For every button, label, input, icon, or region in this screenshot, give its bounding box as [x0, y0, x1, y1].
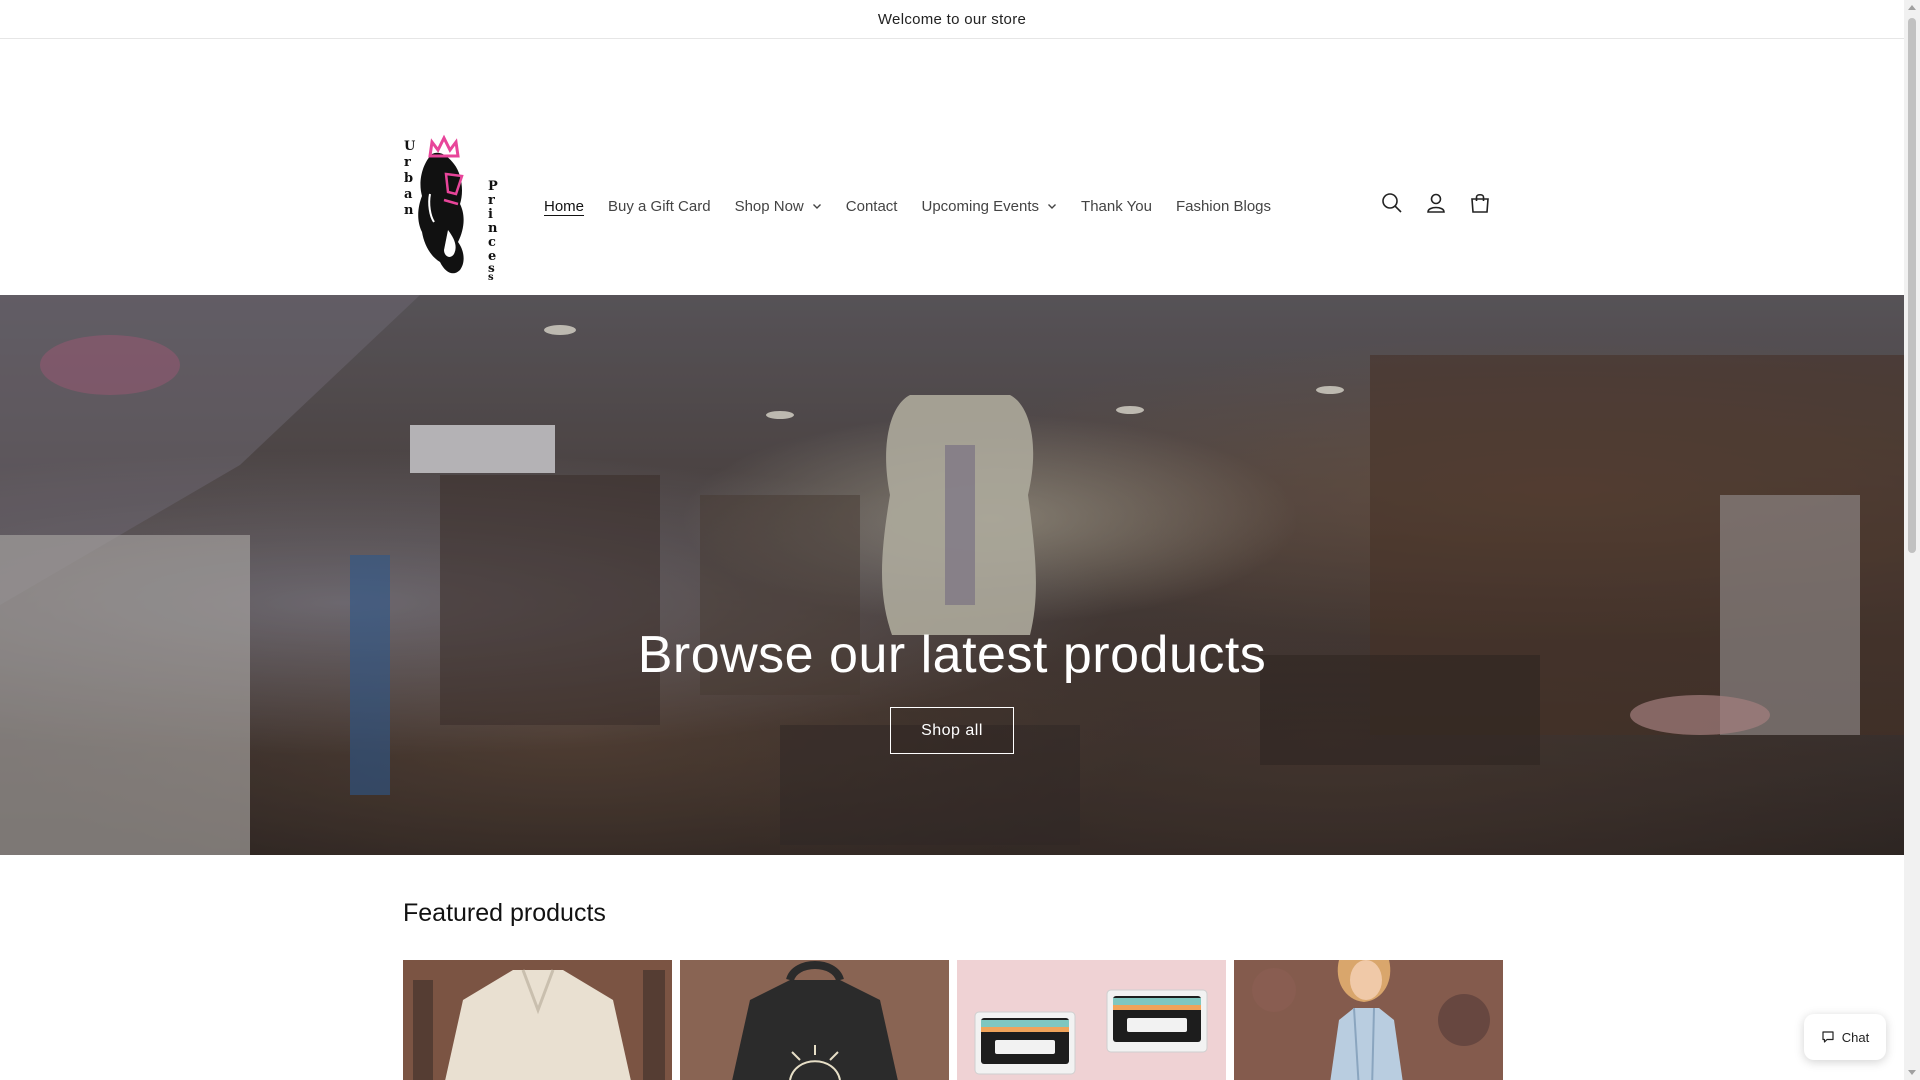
svg-text:r: r [404, 155, 411, 170]
svg-text:b: b [404, 171, 413, 186]
product-card[interactable] [680, 960, 949, 1080]
hero-overlay [0, 295, 1904, 855]
nav-item-label: Thank You [1081, 197, 1152, 215]
scroll-down-arrow-icon[interactable] [1908, 1070, 1916, 1075]
nav-item-shop-now[interactable]: Shop Now [723, 194, 834, 218]
svg-text:s: s [488, 272, 494, 280]
svg-text:n: n [488, 221, 498, 236]
svg-text:n: n [404, 203, 414, 218]
product-card[interactable] [1234, 960, 1503, 1080]
hero-title: Browse our latest products [637, 626, 1267, 684]
product-grid [403, 960, 1503, 1080]
nav-item-label: Upcoming Events [921, 197, 1040, 215]
svg-text:i: i [488, 207, 493, 222]
account-button[interactable] [1424, 191, 1448, 215]
urban-princess-logo-image: U r b a n P r i n c e s s [404, 134, 498, 283]
nav-item-contact[interactable]: Contact [834, 194, 910, 218]
announcement-text: Welcome to our store [877, 10, 1027, 28]
nav-item-label: Buy a Gift Card [608, 197, 711, 215]
cassette-pins-photo [957, 960, 1226, 1080]
search-button[interactable] [1380, 191, 1404, 215]
featured-products-title: Featured products [403, 899, 606, 927]
chat-button[interactable]: Chat [1804, 1014, 1886, 1060]
black-hoodie-photo [680, 960, 949, 1080]
cart-icon [1471, 193, 1489, 213]
nav-item-gift-card[interactable]: Buy a Gift Card [596, 194, 723, 218]
page: Welcome to our store U r b a n P r i n c… [0, 0, 1904, 1080]
hero-banner: Browse our latest products Shop all [0, 295, 1904, 855]
nav-item-upcoming-events[interactable]: Upcoming Events [909, 194, 1069, 218]
product-card[interactable] [957, 960, 1226, 1080]
product-card[interactable] [403, 960, 672, 1080]
chevron-down-icon [1048, 204, 1057, 209]
model-tank-top-photo [1234, 960, 1503, 1080]
store-logo[interactable]: U r b a n P r i n c e s s [400, 134, 504, 283]
svg-text:a: a [404, 187, 413, 202]
nav-item-thank-you[interactable]: Thank You [1069, 194, 1164, 218]
nav-item-label: Shop Now [734, 197, 804, 215]
svg-text:r: r [488, 193, 495, 208]
hero-content: Browse our latest products Shop all [0, 625, 1904, 754]
scroll-up-arrow-icon[interactable] [1908, 5, 1916, 10]
header-icons [1380, 191, 1492, 215]
announcement-bar: Welcome to our store [0, 0, 1904, 39]
nav-item-home[interactable]: Home [532, 194, 596, 218]
search-icon [1382, 193, 1402, 213]
scrollbar-thumb[interactable] [1908, 18, 1916, 553]
svg-text:c: c [488, 235, 496, 250]
cart-button[interactable] [1468, 191, 1492, 215]
chat-label: Chat [1841, 1029, 1870, 1045]
svg-text:U: U [404, 139, 416, 154]
nav-item-label: Fashion Blogs [1175, 197, 1272, 215]
site-header: U r b a n P r i n c e s s Home Buy a Gif… [0, 39, 1904, 294]
nav-item-label: Home [544, 197, 585, 215]
svg-text:P: P [488, 179, 498, 194]
nav-item-label: Contact [845, 197, 898, 215]
shop-all-button[interactable]: Shop all [890, 707, 1014, 754]
chat-bubble-icon [1822, 1031, 1834, 1043]
main-nav: Home Buy a Gift Card Shop Now Contact Up… [532, 194, 1283, 218]
account-icon [1427, 193, 1445, 213]
cream-shirt-photo [403, 960, 672, 1080]
chevron-down-icon [812, 204, 821, 209]
nav-item-fashion-blogs[interactable]: Fashion Blogs [1164, 194, 1283, 218]
page-scrollbar[interactable] [1904, 0, 1920, 1080]
